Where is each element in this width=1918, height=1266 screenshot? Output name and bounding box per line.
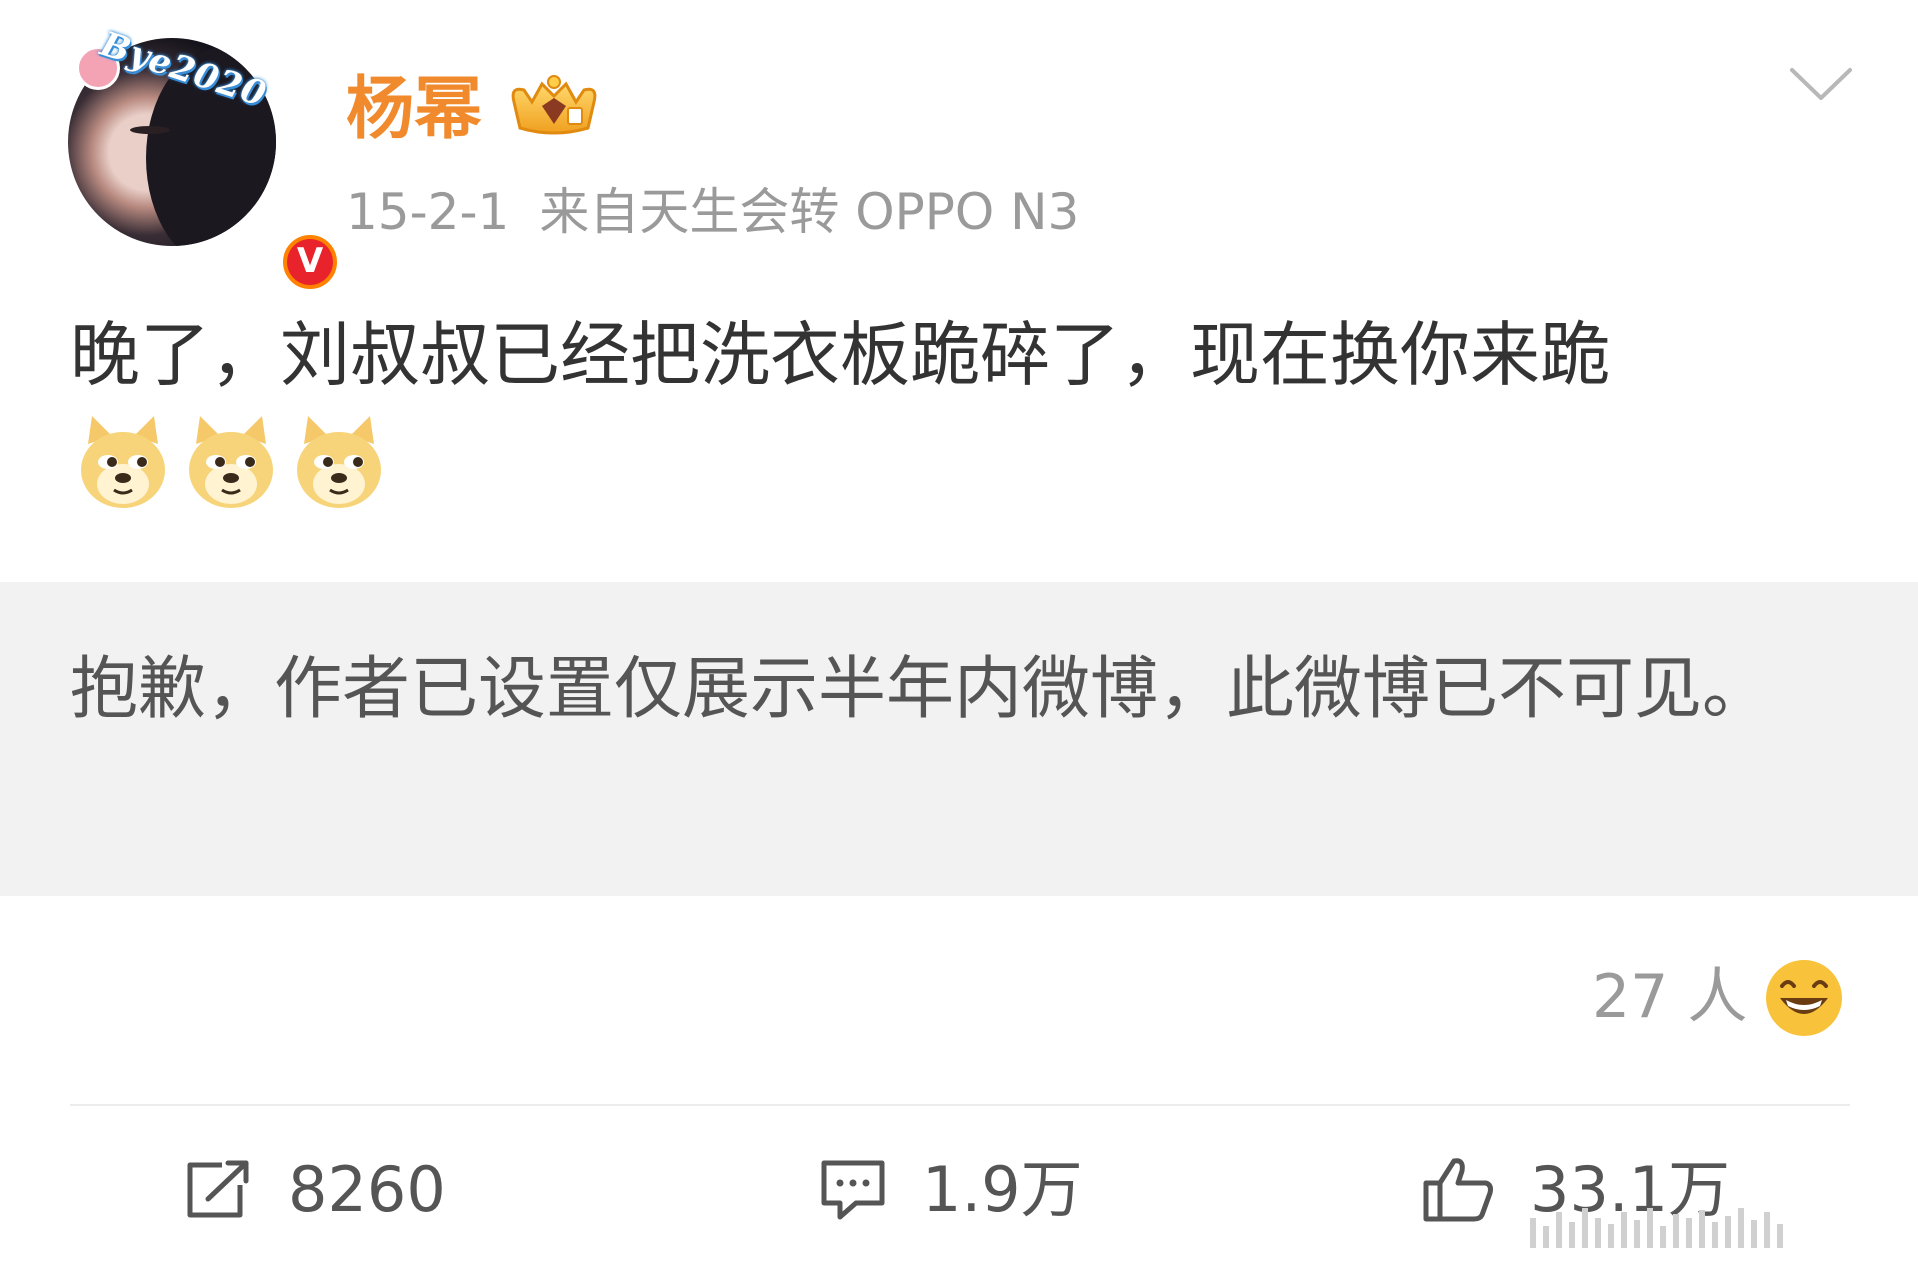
post-text: 晚了，刘叔叔已经把洗衣板跪碎了，现在换你来跪 bbox=[70, 314, 1610, 396]
post-source: 来自天生会转 OPPO N3 bbox=[539, 183, 1080, 241]
thumbs-up-icon bbox=[1423, 1158, 1493, 1222]
author-name[interactable]: 杨幂 bbox=[346, 70, 482, 150]
laugh-emoji-icon[interactable] bbox=[1764, 958, 1844, 1038]
verified-badge-icon: V bbox=[278, 230, 342, 294]
post-meta: 15-2-1 来自天生会转 OPPO N3 bbox=[346, 182, 1079, 242]
repost-icon bbox=[187, 1160, 249, 1218]
reaction-count[interactable]: 27 人 bbox=[1592, 962, 1747, 1032]
post-date[interactable]: 15-2-1 bbox=[346, 183, 509, 241]
weibo-post-card: Bye2020 V 杨幂 15-2-1 来自天生会转 OPPO N3 晚了，刘叔叔… bbox=[0, 0, 1918, 1266]
repost-count: 8260 bbox=[288, 1153, 446, 1226]
comment-button[interactable]: 1.9万 bbox=[818, 1150, 1083, 1230]
vip-crown-icon[interactable] bbox=[508, 72, 600, 142]
verified-badge-mark: V bbox=[296, 241, 324, 281]
doge-emoji-icon bbox=[81, 416, 165, 508]
repost-button[interactable]: 8260 bbox=[182, 1150, 446, 1230]
avatar[interactable]: Bye2020 V bbox=[68, 24, 342, 294]
comment-count: 1.9万 bbox=[922, 1153, 1083, 1226]
doge-emoji-icon bbox=[189, 416, 273, 508]
doge-emoji-icon bbox=[297, 416, 381, 508]
retweet-notice-text: 抱歉，作者已设置仅展示半年内微博，此微博已不可见。 bbox=[70, 650, 1771, 729]
watermark bbox=[1530, 1206, 1870, 1248]
comment-icon bbox=[821, 1160, 885, 1220]
chevron-down-icon[interactable] bbox=[1788, 64, 1854, 104]
divider bbox=[70, 1104, 1850, 1106]
